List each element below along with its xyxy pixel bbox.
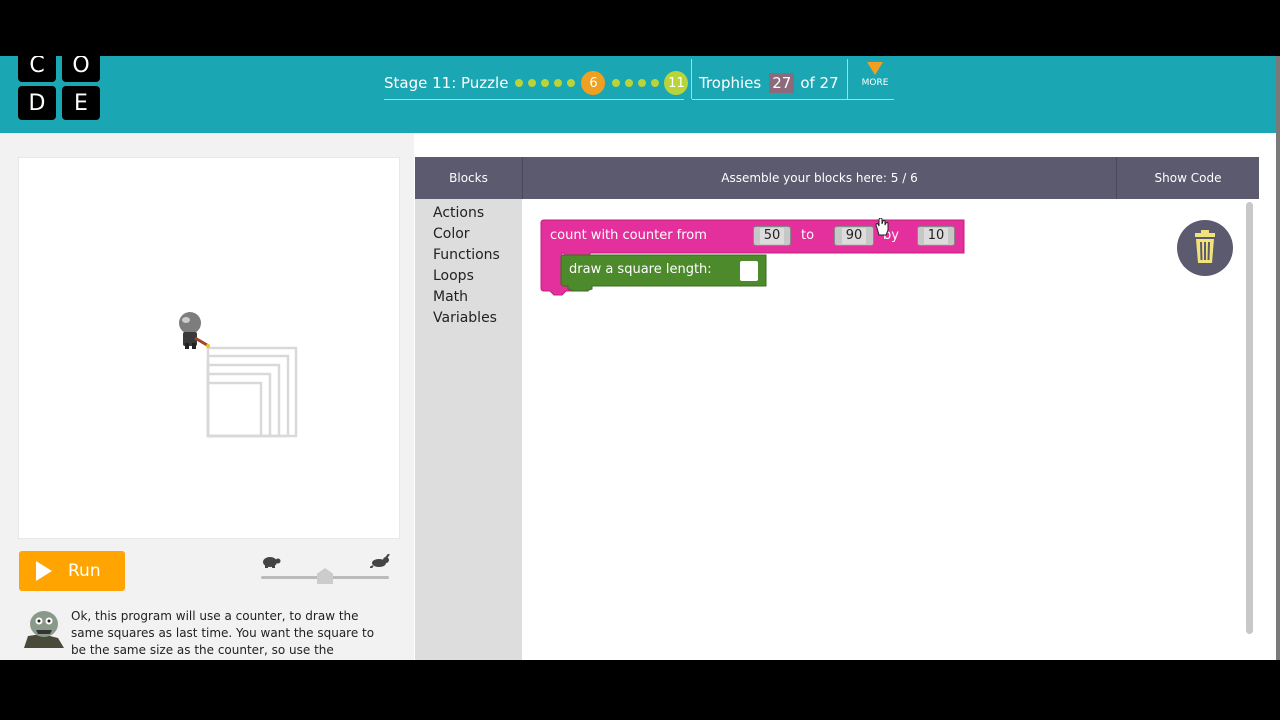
speed-thumb[interactable] [317,568,333,584]
trophies-counter[interactable]: Trophies 27 of 27 [699,66,839,100]
drawn-square-50 [206,381,263,438]
top-header: C O D E Stage 11: Puzzle 6 11 Trophies 2… [0,56,1276,133]
category-functions[interactable]: Functions [433,247,500,263]
header-divider [691,59,692,99]
more-label: MORE [861,78,889,88]
puzzle-dot-2[interactable] [528,79,537,87]
length-input-slot[interactable] [740,261,758,281]
visualization-canvas [18,157,400,539]
from-value: 50 [759,228,785,244]
toolbox: Actions Color Functions Loops Math Varia… [415,199,522,660]
puzzle-dot-3[interactable] [541,79,550,87]
category-actions[interactable]: Actions [433,205,484,221]
turtle-icon [263,557,281,568]
category-color[interactable]: Color [433,226,470,242]
category-loops[interactable]: Loops [433,268,474,284]
trophies-count: 27 [769,73,795,93]
logo-tile-e: E [62,86,100,120]
to-value: 90 [841,228,867,244]
count-block-label: count with counter from [550,228,707,243]
code-logo[interactable]: C O D E [18,56,102,120]
blocks-header: Blocks [449,171,488,185]
workspace-header: Blocks Assemble your blocks here: 5 / 6 … [415,157,1259,199]
trophies-label: Trophies [699,74,762,92]
window-edge [1276,56,1280,660]
trash-can[interactable] [1177,220,1233,276]
rabbit-icon [370,554,390,568]
puzzle-dot-9[interactable] [638,79,647,87]
last-puzzle-badge[interactable]: 11 [664,71,689,95]
trophies-underline [692,99,894,100]
more-button[interactable]: MORE [856,62,894,88]
stage-underline [384,99,684,100]
letterbox-bottom [0,660,1280,720]
show-code-button[interactable]: Show Code [1117,157,1259,199]
category-math[interactable]: Math [433,289,468,305]
run-label: Run [68,561,101,581]
draw-block-label: draw a square length: [569,262,712,277]
drawn-square-90 [206,346,298,438]
to-value-field[interactable]: 90 [834,226,874,246]
header-divider-2 [847,59,848,99]
drawing-svg [179,312,298,438]
drawn-square-70 [206,363,281,438]
logo-tile-o: O [62,56,100,82]
hand-cursor-icon [875,218,889,236]
trophies-total: of 27 [800,74,839,92]
drawn-square-80 [206,354,290,438]
trash-icon [1195,230,1215,263]
play-icon [36,561,52,581]
zombie-artist-icon [179,312,210,349]
more-arrow-icon [867,62,883,75]
zombie-avatar-icon [24,611,64,648]
current-puzzle-badge[interactable]: 6 [581,71,606,95]
puzzle-dot-5[interactable] [567,79,576,87]
to-label: to [801,228,815,243]
app-frame: C O D E Stage 11: Puzzle 6 11 Trophies 2… [0,56,1276,660]
assemble-header: Assemble your blocks here: 5 / 6 [721,171,918,185]
puzzle-dot-1[interactable] [515,79,524,87]
puzzle-dot-8[interactable] [625,79,634,87]
puzzle-dot-4[interactable] [554,79,563,87]
stage-label: Stage 11: Puzzle [384,74,509,92]
logo-tile-d: D [18,86,56,120]
instructions-panel: Ok, this program will use a counter, to … [18,606,400,660]
logo-tile-c: C [18,56,56,82]
from-value-field[interactable]: 50 [753,226,791,246]
speed-slider[interactable] [258,554,392,588]
stage-progress: Stage 11: Puzzle 6 11 [384,66,689,100]
run-button[interactable]: Run [19,551,125,591]
instructions-text: Ok, this program will use a counter, to … [71,609,375,657]
category-variables[interactable]: Variables [433,310,497,326]
by-value-field[interactable]: 10 [917,226,955,246]
puzzle-dot-7[interactable] [612,79,621,87]
by-value: 10 [923,228,949,244]
drawn-squares [206,346,298,438]
workspace-scrollbar[interactable] [1246,202,1253,634]
puzzle-dot-10[interactable] [651,79,660,87]
